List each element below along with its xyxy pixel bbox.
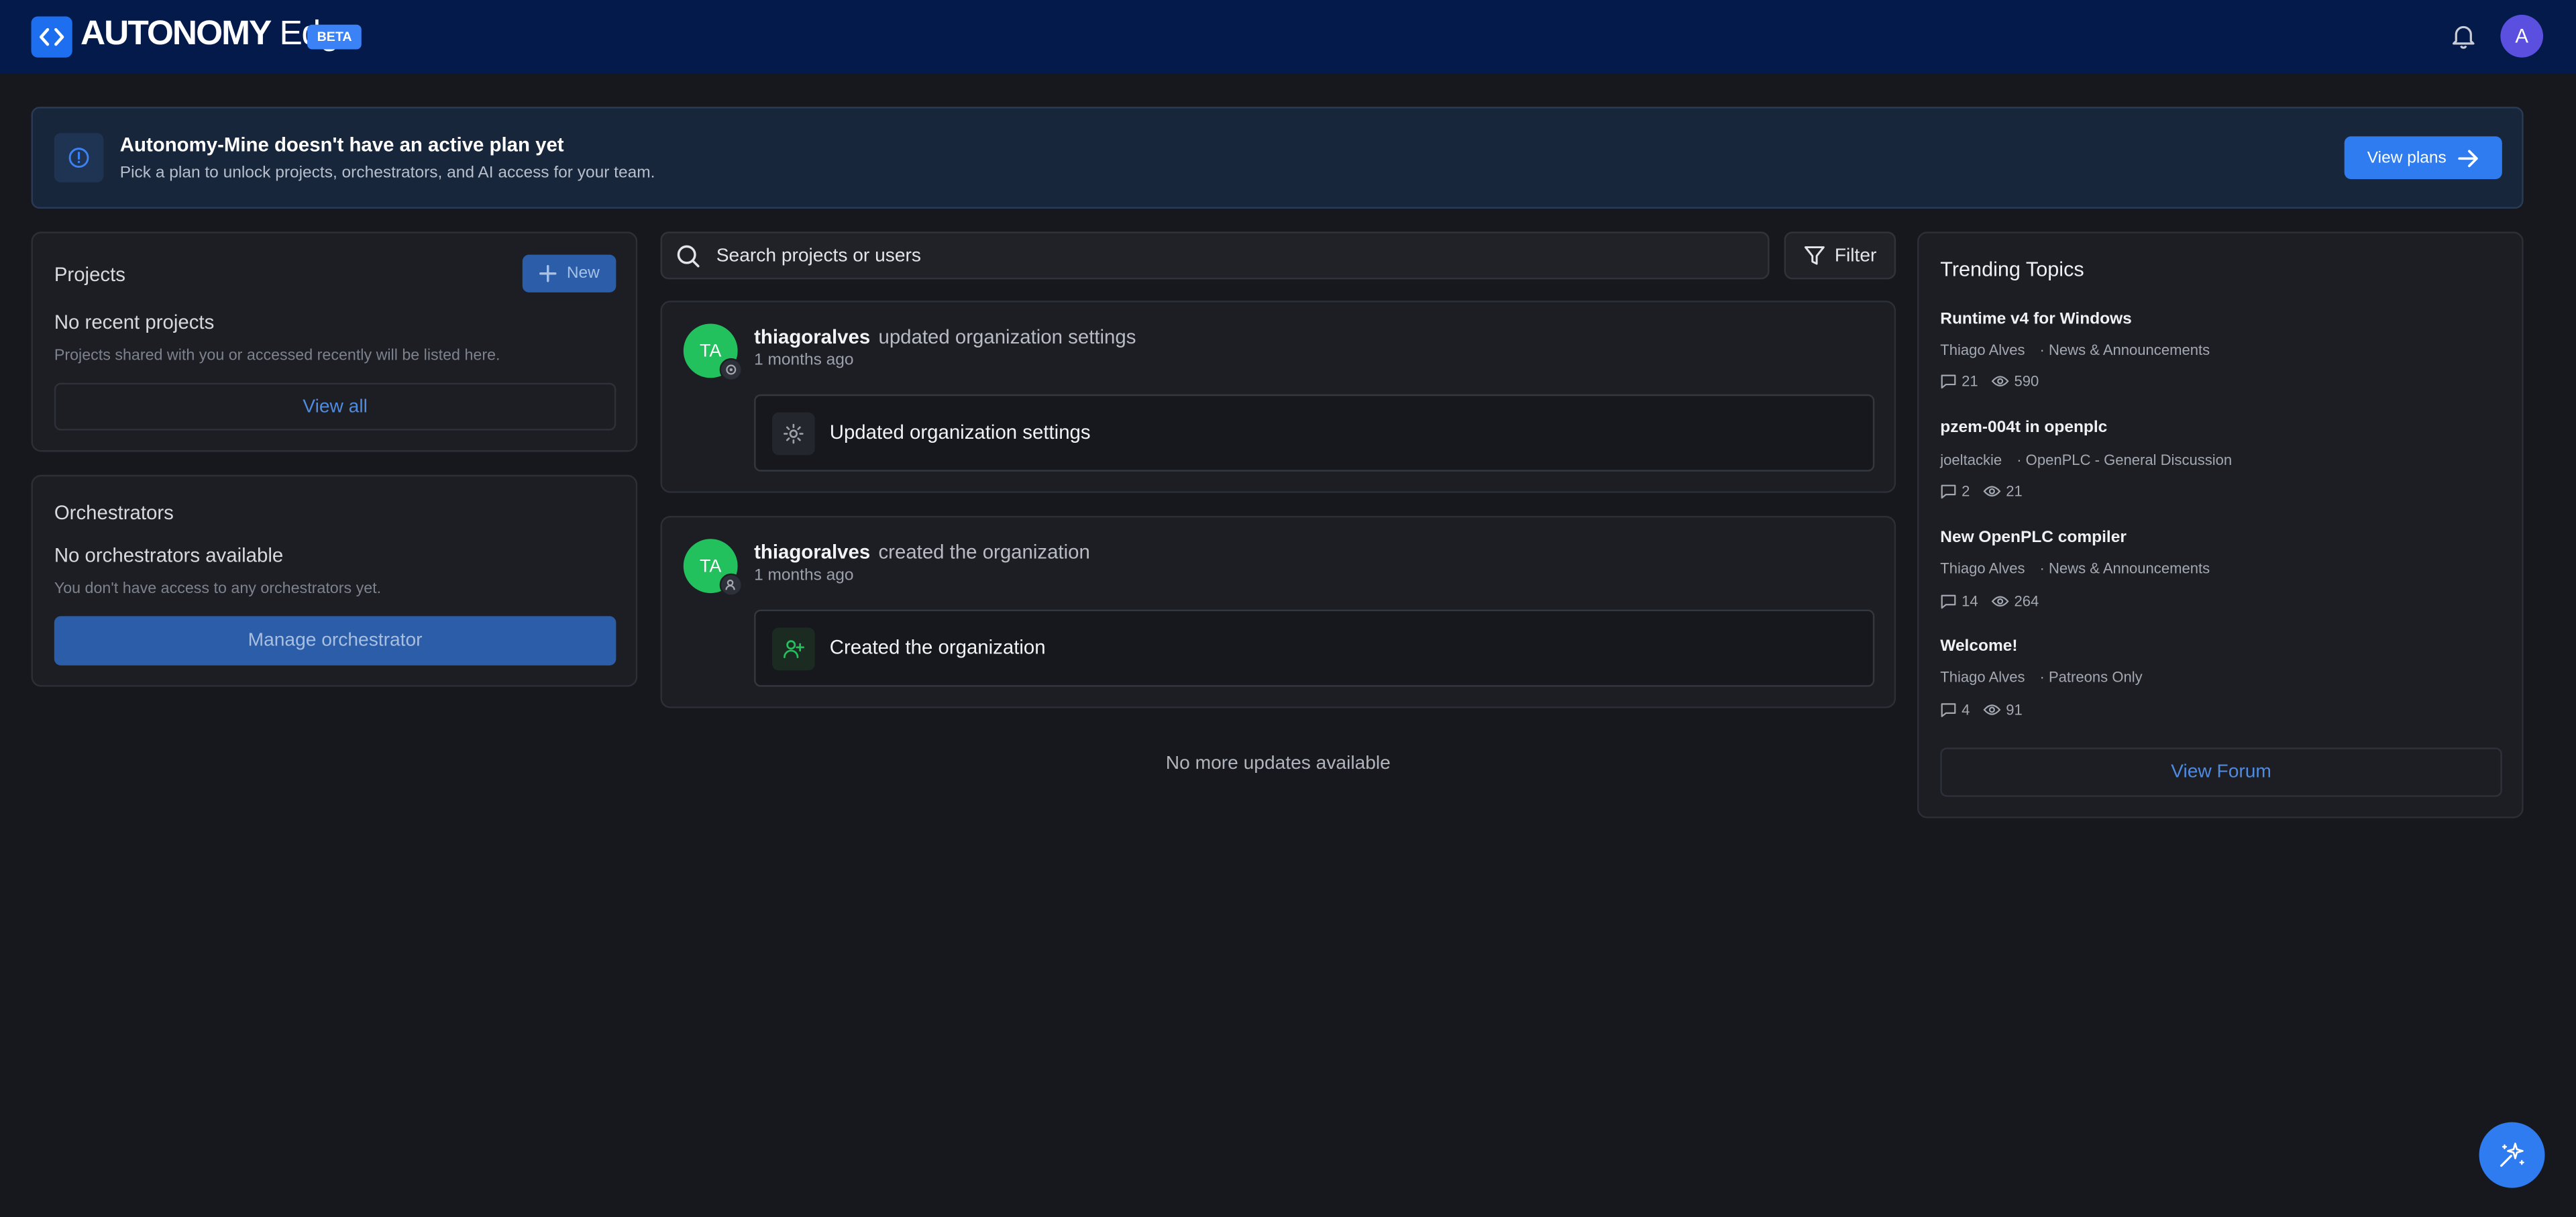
comment-count: 14 — [1962, 593, 1978, 610]
feed-timestamp: 1 months ago — [754, 566, 854, 585]
view-count: 21 — [2006, 483, 2023, 500]
eye-icon — [1983, 704, 2001, 715]
comment-icon — [1941, 703, 1956, 717]
view-plans-button[interactable]: View plans — [2344, 136, 2502, 179]
search-icon — [677, 245, 700, 268]
gear-icon — [772, 412, 815, 456]
code-logo-icon[interactable] — [31, 16, 72, 58]
orchestrators-title: Orchestrators — [54, 500, 174, 525]
topic-category[interactable]: · News & Announcements — [2040, 341, 2210, 358]
topic-title[interactable]: Runtime v4 for Windows — [1940, 311, 2132, 329]
sparkle-icon — [2500, 1143, 2524, 1167]
top-bar: AUTONOMY Edge BETA A — [0, 0, 2576, 74]
no-projects-subtitle: Projects shared with you or accessed rec… — [54, 346, 500, 365]
topic-stats: 2 21 — [1940, 483, 2035, 499]
eye-icon — [1991, 376, 2009, 386]
feed-detail-box[interactable]: Created the organization — [754, 609, 1875, 687]
view-count: 91 — [2006, 701, 2023, 719]
beta-badge: BETA — [307, 24, 362, 50]
filter-button[interactable]: Filter — [1784, 231, 1896, 280]
feed-headline: thiagoralves created the organization — [754, 541, 1090, 564]
topic-stats: 14 264 — [1940, 593, 2052, 610]
feed-item: TA thiagoralves updated organization sett… — [660, 301, 1896, 493]
feed-detail-label: Created the organization — [829, 635, 1046, 659]
trending-topics-card: Trending Topics Runtime v4 for Windows T… — [1917, 231, 2524, 818]
eye-icon — [1983, 486, 2001, 497]
filter-label: Filter — [1834, 246, 1877, 266]
feed-username[interactable]: thiagoralves — [754, 325, 870, 348]
view-all-projects-button[interactable]: View all — [54, 382, 616, 431]
comment-count: 2 — [1962, 483, 1970, 500]
feed-detail-box[interactable]: Updated organization settings — [754, 394, 1875, 472]
topic-category[interactable]: · News & Announcements — [2040, 560, 2210, 576]
view-count: 590 — [2014, 372, 2039, 390]
topic-author[interactable]: Thiago Alves — [1940, 669, 2025, 685]
plus-icon — [539, 265, 557, 282]
topic-title[interactable]: pzem-004t in openplc — [1940, 419, 2107, 437]
new-button-label: New — [566, 264, 600, 283]
notifications-bell-icon[interactable] — [2447, 19, 2479, 52]
search-bar — [660, 231, 1770, 280]
topic-stats: 21 590 — [1940, 373, 2052, 389]
topic-meta: Thiago Alves · News & Announcements — [1940, 341, 2210, 358]
topic-category[interactable]: · OpenPLC - General Discussion — [2017, 452, 2232, 468]
view-count: 264 — [2014, 593, 2039, 610]
feed-end-text: No more updates available — [1165, 754, 1391, 774]
arrow-right-icon — [2458, 149, 2478, 166]
projects-card: Projects New No recent projects Projects… — [31, 231, 638, 452]
no-orchestrators-subtitle: You don't have access to any orchestrato… — [54, 580, 382, 598]
topic-author[interactable]: joeltackie — [1940, 452, 2002, 468]
feed-action: created the organization — [878, 540, 1090, 564]
projects-title: Projects — [54, 262, 126, 286]
view-plans-label: View plans — [2367, 148, 2447, 167]
comment-icon — [1941, 594, 1956, 609]
topic-meta: Thiago Alves · Patreons Only — [1940, 669, 2142, 685]
comment-count: 4 — [1962, 701, 1970, 719]
search-input[interactable] — [716, 242, 1703, 272]
feed-timestamp: 1 months ago — [754, 352, 854, 370]
manage-orchestrator-button[interactable]: Manage orchestrator — [54, 616, 616, 666]
comment-icon — [1941, 374, 1956, 389]
no-projects-title: No recent projects — [54, 310, 215, 334]
no-orchestrators-title: No orchestrators available — [54, 543, 284, 567]
new-project-button[interactable]: New — [522, 254, 616, 293]
eye-icon — [1991, 596, 2009, 607]
plan-banner: Autonomy-Mine doesn't have an active pla… — [31, 107, 2524, 209]
user-plus-icon — [772, 627, 815, 671]
brand-strong: AUTONOMY — [80, 15, 272, 53]
trending-title: Trending Topics — [1940, 258, 2084, 281]
topic-category[interactable]: · Patreons Only — [2040, 669, 2143, 685]
comment-icon — [1941, 484, 1956, 499]
topic-meta: Thiago Alves · News & Announcements — [1940, 560, 2210, 576]
feed-action: updated organization settings — [878, 325, 1136, 349]
topic-title[interactable]: New OpenPLC compiler — [1940, 529, 2127, 547]
view-forum-button[interactable]: View Forum — [1940, 747, 2502, 797]
user-badge-icon — [719, 573, 743, 596]
topic-title[interactable]: Welcome! — [1940, 637, 2017, 655]
orchestrators-card: Orchestrators No orchestrators available… — [31, 474, 638, 687]
topic-author[interactable]: Thiago Alves — [1940, 341, 2025, 358]
feed-headline: thiagoralves updated organization setting… — [754, 325, 1136, 348]
feed-username[interactable]: thiagoralves — [754, 541, 870, 564]
ai-assistant-button[interactable] — [2479, 1122, 2545, 1188]
info-icon — [54, 133, 104, 182]
topic-stats: 4 91 — [1940, 702, 2035, 718]
topic-meta: joeltackie · OpenPLC - General Discussion — [1940, 452, 2232, 468]
banner-subtitle: Pick a plan to unlock projects, orchestr… — [119, 164, 655, 182]
comment-count: 21 — [1962, 372, 1978, 390]
user-avatar[interactable]: A — [2500, 15, 2544, 58]
feed-detail-label: Updated organization settings — [829, 420, 1091, 444]
feed-item: TA thiagoralves created the organization … — [660, 515, 1896, 708]
topic-author[interactable]: Thiago Alves — [1940, 560, 2025, 576]
settings-badge-icon — [719, 358, 743, 382]
filter-icon — [1804, 246, 1825, 265]
banner-title: Autonomy-Mine doesn't have an active pla… — [119, 133, 564, 156]
